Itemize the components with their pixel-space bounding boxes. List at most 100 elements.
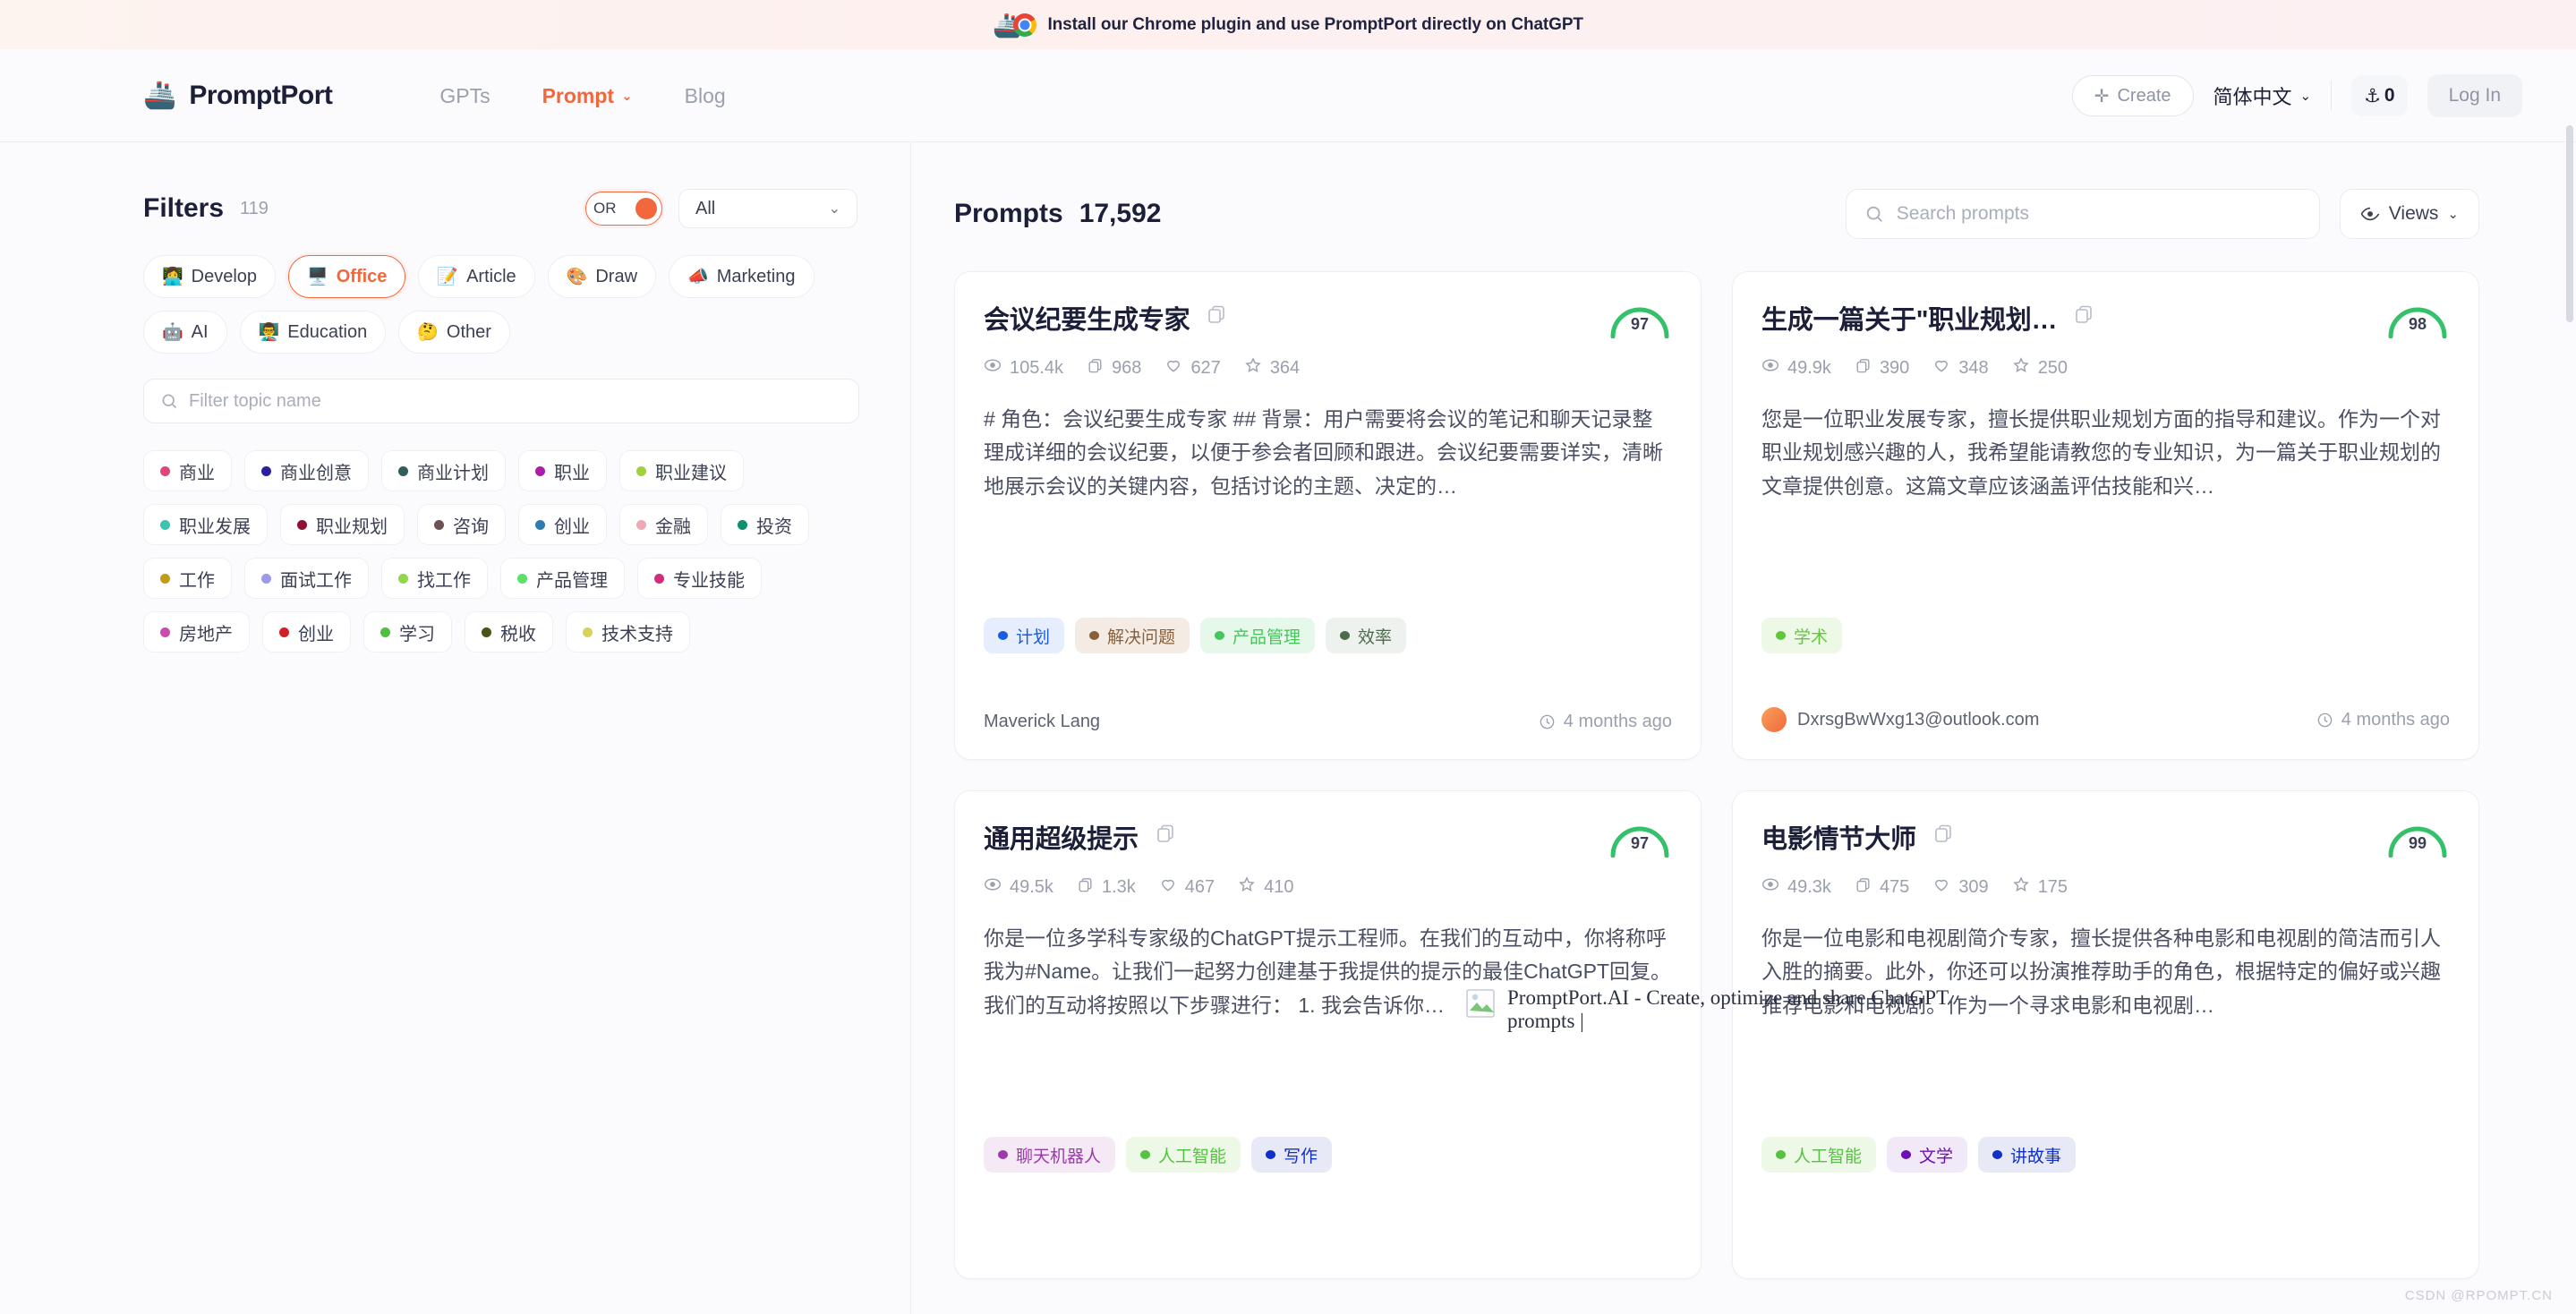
topic-chip[interactable]: 职业发展 xyxy=(143,504,268,545)
filters-count: 119 xyxy=(240,198,269,218)
topic-chip[interactable]: 投资 xyxy=(721,504,809,545)
nav-item-blog[interactable]: Blog xyxy=(685,84,726,108)
category-chip-draw[interactable]: 🎨 Draw xyxy=(547,255,657,298)
topic-color-dot xyxy=(160,465,170,476)
or-and-toggle[interactable]: OR xyxy=(585,192,662,226)
prompt-tag[interactable]: 人工智能 xyxy=(1126,1137,1241,1173)
category-chip-label: Office xyxy=(336,266,388,286)
topic-chip[interactable]: 找工作 xyxy=(381,558,488,599)
topic-filter-field[interactable] xyxy=(143,379,859,423)
topic-chip[interactable]: 创业 xyxy=(262,611,351,653)
prompt-card-stats: 49.5k 1.3k 467 410 xyxy=(984,875,1672,899)
topic-chip[interactable]: 专业技能 xyxy=(637,558,762,599)
prompt-tag[interactable]: 效率 xyxy=(1326,618,1407,653)
topic-chip[interactable]: 咨询 xyxy=(417,504,506,545)
login-button[interactable]: Log In xyxy=(2427,74,2522,117)
prompt-tag-label: 产品管理 xyxy=(1233,627,1301,647)
prompt-card-title[interactable]: 电影情节大师 xyxy=(1761,818,1916,856)
topic-chip[interactable]: 学习 xyxy=(363,611,452,653)
prompt-card[interactable]: 电影情节大师 99 49.3k 475 309 175 你是一位电影和电视剧简介专家，擅长提… xyxy=(1466,790,2479,1279)
category-emoji-icon: 📝 xyxy=(437,268,459,286)
prompt-author[interactable]: Maverick Lang xyxy=(984,712,1100,732)
copy-icon[interactable] xyxy=(1206,303,1227,329)
category-chip-office[interactable]: 🖥️ Office xyxy=(288,255,406,298)
prompt-card-stats: 105.4k 968 627 364 xyxy=(984,356,1672,380)
prompt-search-field[interactable] xyxy=(1845,189,2320,239)
topic-chip[interactable]: 税收 xyxy=(465,611,553,653)
copy-icon[interactable] xyxy=(2073,303,2094,329)
copy-icon[interactable] xyxy=(1155,823,1176,849)
stat-likes: 467 xyxy=(1159,875,1215,899)
stat-stars: 410 xyxy=(1238,875,1294,899)
topic-chip[interactable]: 商业 xyxy=(143,450,232,491)
tag-color-dot xyxy=(1215,631,1225,640)
views-sort-button[interactable]: Views ⌄ xyxy=(2339,189,2479,239)
topic-color-dot xyxy=(160,519,170,530)
topic-chip[interactable]: 商业计划 xyxy=(381,450,506,491)
prompt-tag[interactable]: 学术 xyxy=(1761,618,1843,653)
topic-chip[interactable]: 职业建议 xyxy=(619,450,744,491)
topic-chip[interactable]: 职业 xyxy=(518,450,607,491)
category-chip-education[interactable]: 👨‍🏫 Education xyxy=(239,311,387,354)
prompt-author[interactable]: DxrsgBwWxg13@outlook.com xyxy=(1797,710,2039,730)
create-button[interactable]: ✛ Create xyxy=(2071,75,2194,116)
prompt-tag[interactable]: 讲故事 xyxy=(1978,1137,2077,1173)
category-chip-other[interactable]: 🤔 Other xyxy=(398,311,510,354)
tag-color-dot xyxy=(1266,1150,1276,1159)
anchor-icon: ⚓ xyxy=(2364,85,2381,107)
anchor-count-button[interactable]: ⚓ 0 xyxy=(2351,75,2408,116)
quality-score-value: 99 xyxy=(2408,834,2427,852)
prompt-tag[interactable]: 产品管理 xyxy=(1200,618,1316,653)
topic-chip[interactable]: 房地产 xyxy=(143,611,250,653)
topic-chip-label: 金融 xyxy=(655,516,691,537)
category-chip-develop[interactable]: 👩‍💻 Develop xyxy=(143,255,277,298)
category-chip-marketing[interactable]: 📣 Marketing xyxy=(669,255,815,298)
prompt-card-title[interactable]: 生成一篇关于"职业规划… xyxy=(1761,299,2057,337)
topic-chip[interactable]: 面试工作 xyxy=(244,558,369,599)
prompt-tag[interactable]: 计划 xyxy=(984,618,1065,653)
copy-icon[interactable] xyxy=(1932,823,1954,849)
topic-chip[interactable]: 创业 xyxy=(518,504,607,545)
prompt-card-title[interactable]: 通用超级提示 xyxy=(984,818,1139,856)
topic-filter-input[interactable] xyxy=(189,390,842,412)
topic-chip[interactable]: 工作 xyxy=(143,558,232,599)
prompt-tag[interactable]: 人工智能 xyxy=(1761,1137,1877,1173)
page-scrollbar[interactable] xyxy=(2563,0,2576,1314)
category-chip-ai[interactable]: 🤖 AI xyxy=(143,311,227,354)
topic-chip-label: 房地产 xyxy=(179,624,233,644)
prompt-search-input[interactable] xyxy=(1896,203,2301,225)
prompt-tag-label: 学术 xyxy=(1794,627,1829,647)
topic-chip[interactable]: 技术支持 xyxy=(566,611,690,653)
stat-views: 49.3k xyxy=(1761,875,1831,899)
nav-item-prompt[interactable]: Prompt ⌄ xyxy=(542,84,633,108)
category-chip-article[interactable]: 📝 Article xyxy=(418,255,535,298)
topic-color-dot xyxy=(654,573,664,584)
stat-stars-value: 410 xyxy=(1264,876,1294,897)
prompt-tag[interactable]: 文学 xyxy=(1887,1137,1968,1173)
login-label: Log In xyxy=(2448,85,2501,106)
prompt-card[interactable]: 通用超级提示 97 49.5k 1.3k 467 410 你是一位多学科专家级的ChatGP… xyxy=(954,790,1702,1279)
topic-chip[interactable]: 产品管理 xyxy=(500,558,625,599)
stat-copies-value: 390 xyxy=(1879,357,1910,378)
prompt-card[interactable]: 生成一篇关于"职业规划… 98 49.9k 390 348 250 您是一位职业发展专家，擅… xyxy=(1732,271,2479,760)
prompt-tag[interactable]: 解决问题 xyxy=(1075,618,1190,653)
scope-select[interactable]: All ⌄ xyxy=(678,189,857,228)
prompt-card[interactable]: 会议纪要生成专家 97 105.4k 968 627 364 # 角色：会议纪要生成专家 #… xyxy=(954,271,1702,760)
topic-chip[interactable]: 商业创意 xyxy=(244,450,369,491)
anchor-count: 0 xyxy=(2384,85,2395,106)
stars-icon xyxy=(2012,356,2030,380)
prompt-card-title[interactable]: 会议纪要生成专家 xyxy=(984,299,1190,337)
topic-chip[interactable]: 职业规划 xyxy=(280,504,405,545)
topic-chip[interactable]: 金融 xyxy=(619,504,708,545)
brand-logo-link[interactable]: 🚢 PromptPort xyxy=(143,81,333,111)
promo-banner[interactable]: 🚢 Install our Chrome plugin and use Prom… xyxy=(0,0,2576,49)
prompt-card-header: 生成一篇关于"职业规划… 98 xyxy=(1761,299,2450,339)
prompt-tag[interactable]: 聊天机器人 xyxy=(984,1137,1116,1173)
scrollbar-thumb[interactable] xyxy=(2566,125,2573,322)
prompt-tag-label: 讲故事 xyxy=(2010,1147,2062,1166)
prompt-tag[interactable]: 写作 xyxy=(1251,1137,1333,1173)
stat-likes-value: 627 xyxy=(1190,357,1221,378)
language-selector[interactable]: 简体中文 ⌄ xyxy=(2213,81,2312,110)
plus-icon: ✛ xyxy=(2094,86,2110,107)
nav-item-gpts[interactable]: GPTs xyxy=(439,84,490,108)
